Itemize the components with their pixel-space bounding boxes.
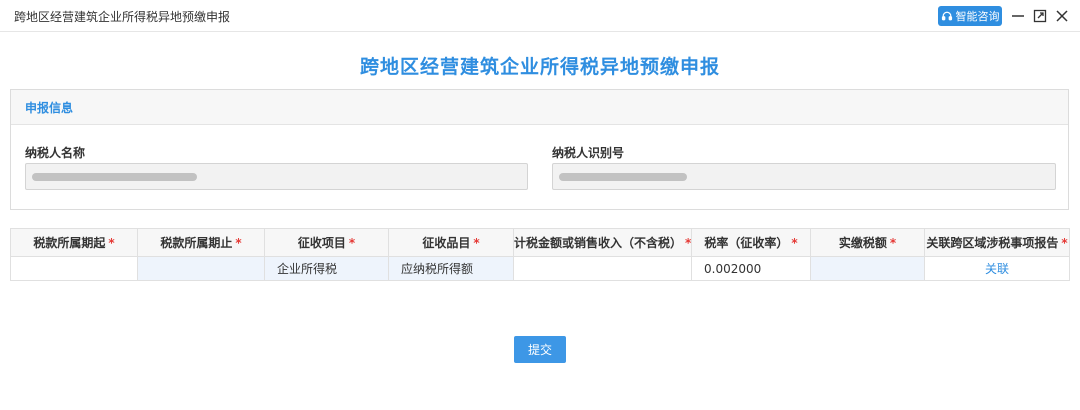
period-start-cell[interactable] bbox=[10, 256, 138, 281]
redacted-value bbox=[32, 172, 197, 181]
page-title: 跨地区经营建筑企业所得税异地预缴申报 bbox=[359, 56, 720, 78]
col-tax-rate: 税率（征收率） * bbox=[691, 228, 811, 257]
redacted-value bbox=[559, 172, 687, 181]
period-end-cell[interactable] bbox=[137, 256, 265, 281]
panel-header: 申报信息 bbox=[11, 90, 1068, 125]
declaration-info-panel: 申报信息 纳税人名称 纳税人识别号 bbox=[10, 89, 1069, 210]
col-linked-report: 关联跨区域涉税事项报告 * bbox=[924, 228, 1070, 257]
taxpayer-name-label: 纳税人名称 bbox=[25, 146, 86, 160]
headset-icon bbox=[941, 11, 952, 21]
taxpayer-name-field[interactable] bbox=[25, 163, 528, 190]
tax-category-cell[interactable]: 应纳税所得额 bbox=[388, 256, 514, 281]
minimize-icon bbox=[1012, 15, 1024, 17]
col-period-start: 税款所属期起 * bbox=[10, 228, 138, 257]
maximize-icon bbox=[1033, 9, 1047, 23]
taxable-amount-cell[interactable] bbox=[513, 256, 692, 281]
table-header-row: 税款所属期起 * 税款所属期止 * 征收项目 * 征收品目 * 计税金额或销售收入（不含… bbox=[10, 228, 1070, 257]
close-icon bbox=[1056, 10, 1068, 22]
paid-tax-cell bbox=[810, 256, 925, 281]
smart-consult-button[interactable]: 智能咨询 bbox=[938, 6, 1002, 26]
tax-detail-table: 税款所属期起 * 税款所属期止 * 征收项目 * 征收品目 * 计税金额或销售收入（不含… bbox=[10, 228, 1070, 281]
col-taxable-amount: 计税金额或销售收入（不含税） * bbox=[513, 228, 692, 257]
minimize-button[interactable] bbox=[1008, 6, 1028, 26]
table-row: 企业所得税 应纳税所得额 0.002000 关联 bbox=[10, 256, 1070, 281]
submit-button[interactable]: 提交 bbox=[514, 336, 566, 363]
col-tax-item: 征收项目 * bbox=[264, 228, 389, 257]
link-report-link[interactable]: 关联 bbox=[985, 262, 1009, 276]
col-tax-category: 征收品目 * bbox=[388, 228, 514, 257]
linked-report-cell: 关联 bbox=[924, 256, 1070, 281]
taxpayer-id-field[interactable] bbox=[552, 163, 1056, 190]
col-period-end: 税款所属期止 * bbox=[137, 228, 265, 257]
window-title: 跨地区经营建筑企业所得税异地预缴申报 bbox=[14, 10, 231, 24]
tax-item-cell[interactable]: 企业所得税 bbox=[264, 256, 389, 281]
smart-consult-label: 智能咨询 bbox=[955, 10, 1000, 23]
taxpayer-id-label: 纳税人识别号 bbox=[552, 146, 625, 160]
panel-header-label: 申报信息 bbox=[25, 100, 74, 115]
close-button[interactable] bbox=[1052, 6, 1072, 26]
col-paid-tax: 实缴税额 * bbox=[810, 228, 925, 257]
tax-rate-cell: 0.002000 bbox=[691, 256, 811, 281]
maximize-button[interactable] bbox=[1030, 6, 1050, 26]
window-titlebar: 跨地区经营建筑企业所得税异地预缴申报 智能咨询 bbox=[0, 0, 1080, 32]
